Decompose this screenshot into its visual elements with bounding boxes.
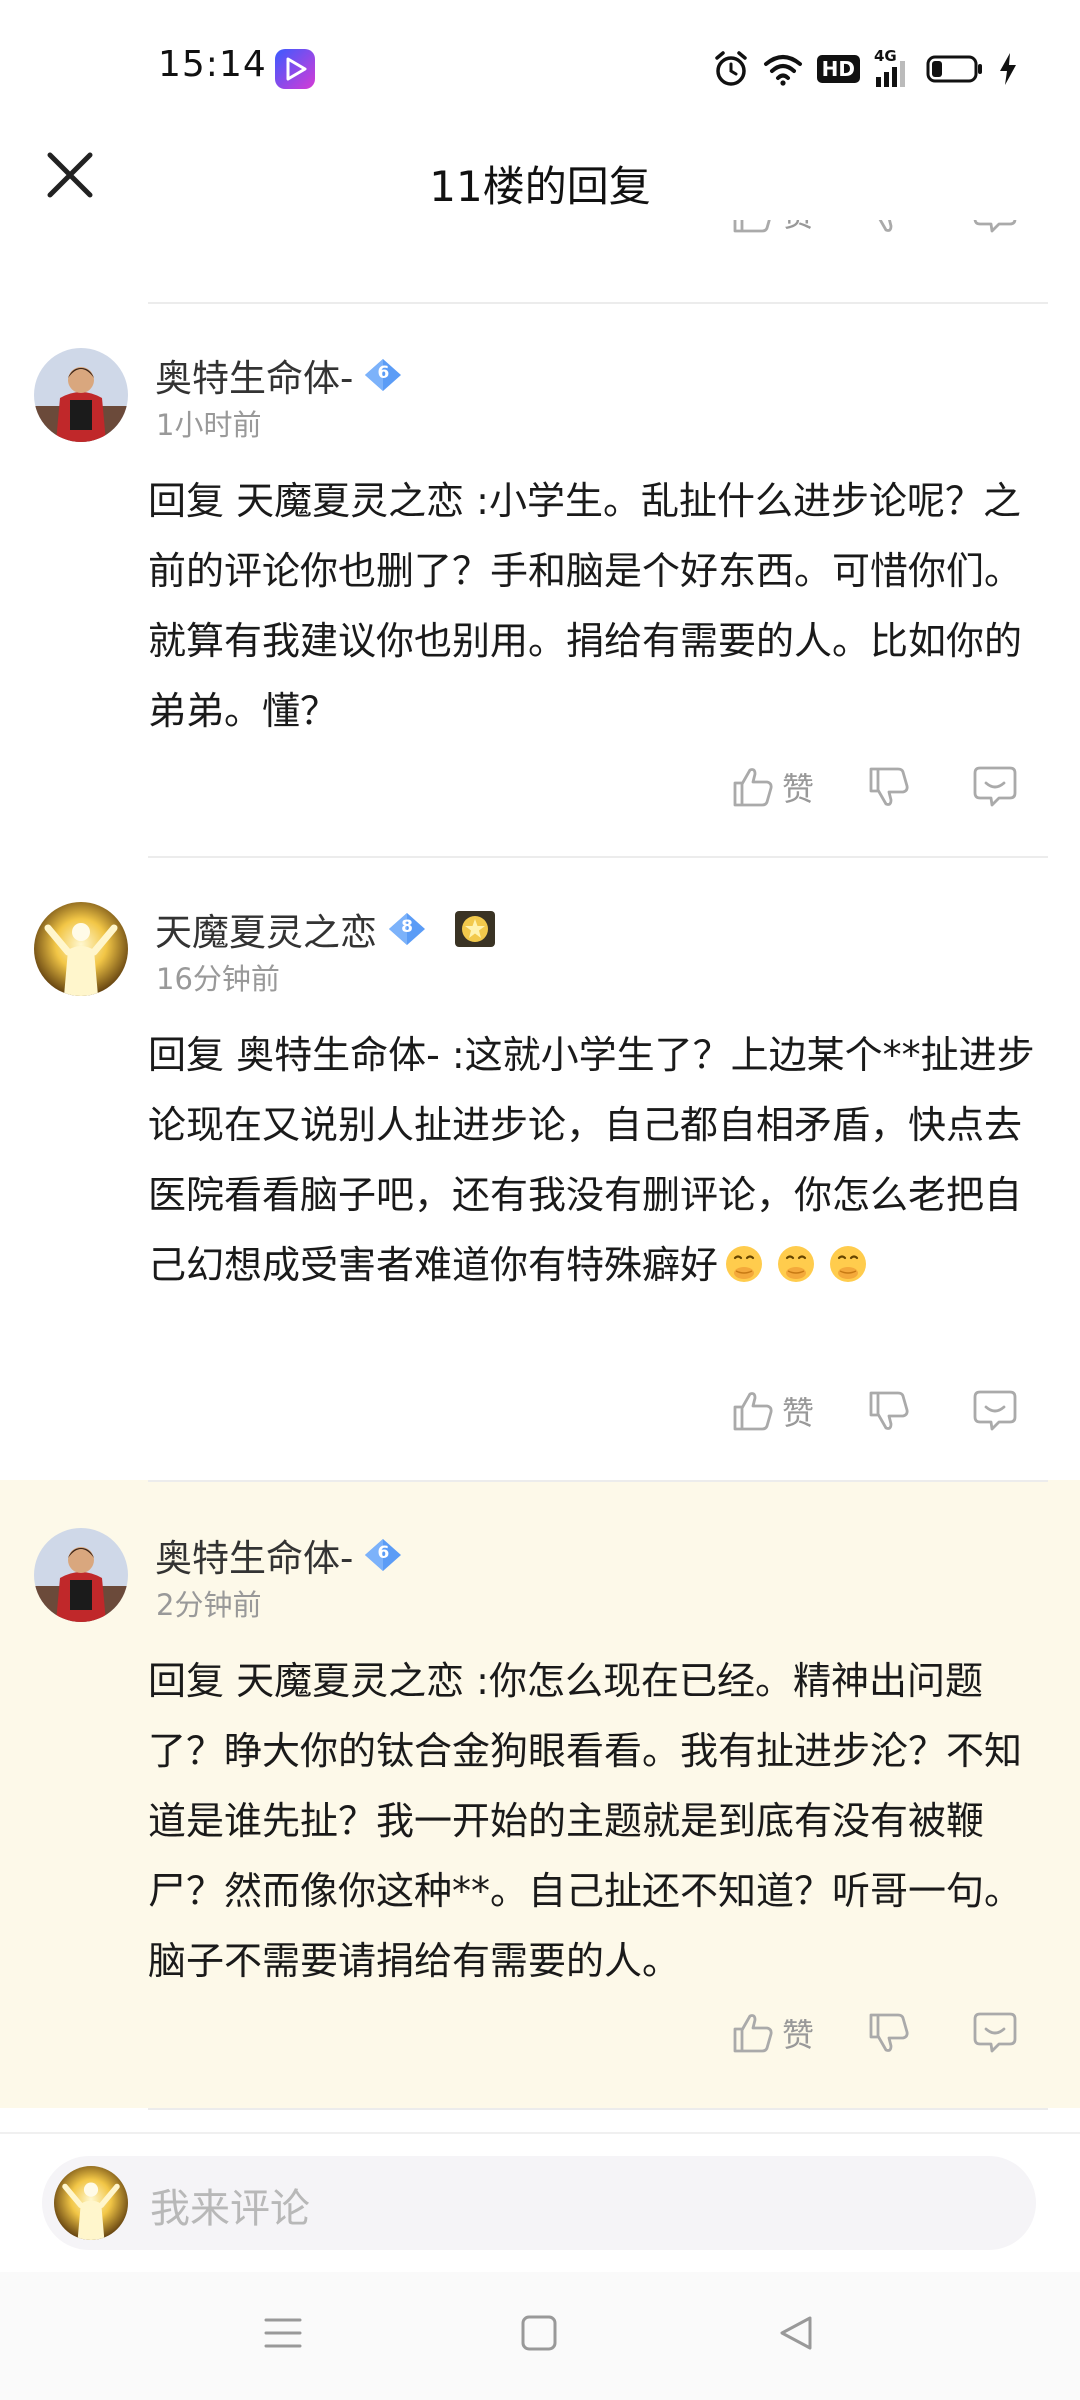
avatar-image <box>54 2166 128 2240</box>
comment-bubble-icon[interactable] <box>972 2010 1018 2056</box>
username-row: 奥特生命体- 6 <box>155 1528 403 1582</box>
alarm-icon <box>714 51 747 86</box>
video-app-icon <box>275 49 315 89</box>
highlighted-comment-item: 奥特生命体- 6 2分钟前 回复 天魔夏灵之恋 :你怎么现在已经。精神出问题了？… <box>0 1480 1080 2108</box>
like-button[interactable]: 赞 <box>730 1388 814 1434</box>
comment-time: 2分钟前 <box>156 1588 262 1622</box>
comment-actions: 赞 <box>730 1388 1018 1434</box>
comment-bubble-icon[interactable] <box>972 764 1018 810</box>
comment-text: 回复 奥特生命体- :这就小学生了？上边某个**扯进步论现在又说别人扯进步论，自… <box>148 1020 1038 1300</box>
cellular-signal-icon: 4G <box>874 47 912 87</box>
thumbs-down-icon[interactable] <box>866 764 912 810</box>
comment-time: 16分钟前 <box>156 962 280 996</box>
thumbs-up-icon <box>733 220 771 233</box>
menu-icon[interactable] <box>262 2312 304 2354</box>
medal-icon <box>455 911 495 947</box>
thumbs-down-icon[interactable] <box>866 1388 912 1434</box>
level-badge: 6 <box>363 357 403 393</box>
wifi-icon <box>763 55 802 86</box>
my-avatar <box>54 2166 128 2240</box>
covering-mouth-emoji-icon <box>726 1246 763 1282</box>
covering-mouth-emoji-icon <box>778 1246 815 1282</box>
level-number: 6 <box>377 363 390 383</box>
comment-text: 回复 天魔夏灵之恋 :小学生。乱扯什么进步论呢？之前的评论你也删了？手和脑是个好… <box>148 479 1023 733</box>
comment-actions: 赞 <box>730 2010 1018 2056</box>
like-button[interactable]: 赞 <box>730 764 814 810</box>
top-nav-bar: 11楼的回复 <box>0 135 1080 220</box>
username[interactable]: 天魔夏灵之恋 <box>155 902 377 956</box>
divider <box>148 1480 1048 1482</box>
comment-item: 天魔夏灵之恋 8 16分钟前 回复 奥特生命体- :这就小学生了？上边某个**扯… <box>0 858 1080 1480</box>
comment-text: 回复 天魔夏灵之恋 :你怎么现在已经。精神出问题了？睁大你的钛合金狗眼看看。我有… <box>148 1659 1023 1983</box>
level-number: 8 <box>401 917 413 937</box>
username-row: 奥特生命体- 6 <box>155 348 403 402</box>
comment-time: 1小时前 <box>156 408 262 442</box>
like-label: 赞 <box>782 220 814 236</box>
like-label: 赞 <box>782 1394 815 1432</box>
hd-badge: HD <box>816 55 860 83</box>
battery-icon <box>926 55 982 83</box>
level-number: 6 <box>377 1543 390 1563</box>
status-bar: 15:14 HD 4G <box>0 0 1080 135</box>
comment-bubble-icon[interactable] <box>972 220 1018 236</box>
avatar-image <box>34 1528 128 1622</box>
like-label: 赞 <box>782 770 815 808</box>
like-label: 赞 <box>782 2016 815 2054</box>
divider <box>148 2108 1048 2110</box>
comment-text-body: 回复 奥特生命体- :这就小学生了？上边某个**扯进步论现在又说别人扯进步论，自… <box>148 1033 1035 1287</box>
comment-item: 奥特生命体- 6 1小时前 回复 天魔夏灵之恋 :小学生。乱扯什么进步论呢？之前… <box>0 304 1080 856</box>
comment-input-placeholder: 我来评论 <box>150 2186 310 2232</box>
like-button[interactable]: 赞 <box>730 2010 814 2056</box>
like-button[interactable]: 赞 <box>730 220 814 236</box>
comment-input[interactable]: 我来评论 <box>42 2156 1036 2250</box>
system-nav-bar <box>0 2272 1080 2400</box>
avatar[interactable] <box>34 348 128 442</box>
thumbs-up-icon <box>733 2014 773 2053</box>
avatar-image <box>34 348 128 442</box>
comment-bubble-icon[interactable] <box>972 1388 1018 1434</box>
thumbs-up-icon <box>733 768 773 807</box>
avatar[interactable] <box>34 1528 128 1622</box>
thumbs-down-icon[interactable] <box>866 220 912 236</box>
avatar-image <box>34 902 128 996</box>
thumbs-down-icon[interactable] <box>866 2010 912 2056</box>
page-title: 11楼的回复 <box>429 162 651 211</box>
home-square-icon[interactable] <box>518 2312 560 2354</box>
username[interactable]: 奥特生命体- <box>155 1528 353 1582</box>
status-time: 15:14 <box>158 44 267 85</box>
covering-mouth-emoji-icon <box>830 1246 867 1282</box>
avatar[interactable] <box>34 902 128 996</box>
username[interactable]: 奥特生命体- <box>155 348 353 402</box>
status-icons: HD 4G <box>713 47 1018 90</box>
level-badge: 6 <box>363 1537 403 1573</box>
back-triangle-icon[interactable] <box>776 2312 818 2354</box>
comment-input-bar: 我来评论 <box>0 2132 1080 2274</box>
thumbs-up-icon <box>733 1392 773 1431</box>
charging-icon <box>1000 53 1016 85</box>
previous-comment-actions: 赞 <box>0 220 1080 270</box>
comment-actions: 赞 <box>730 764 1018 810</box>
level-badge: 8 <box>387 911 427 947</box>
username-row: 天魔夏灵之恋 8 <box>155 902 497 956</box>
